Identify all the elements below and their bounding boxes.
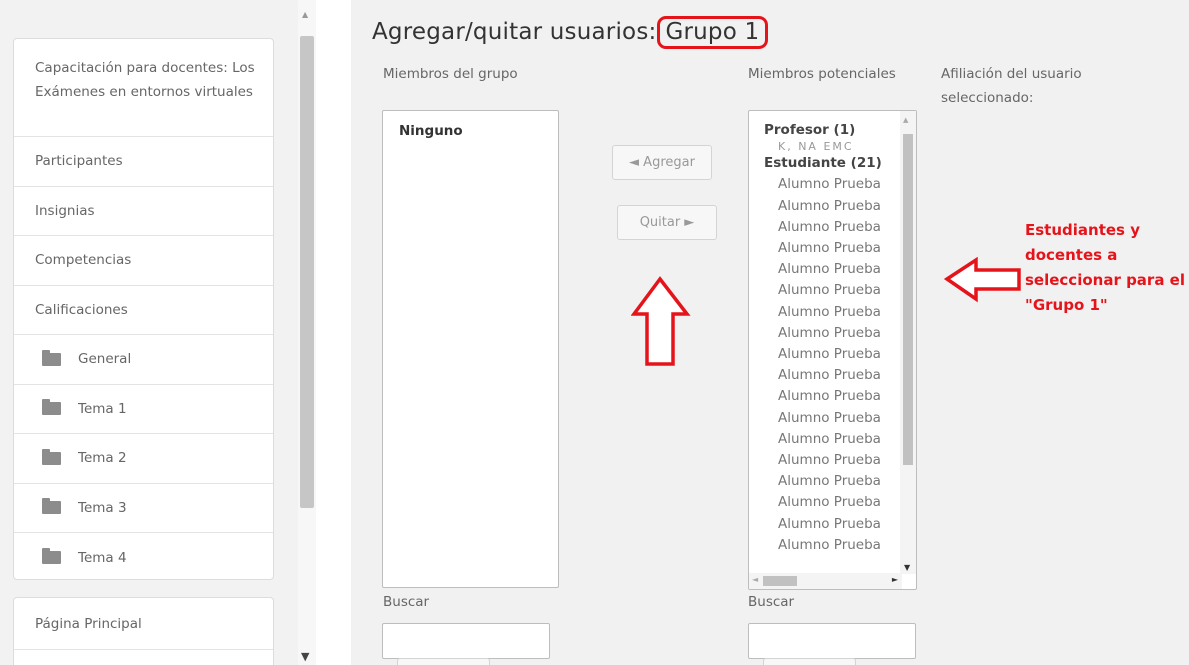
list-vertical-scrollbar[interactable]: ▲ ▼ xyxy=(900,111,916,574)
group-members-label: Miembros del grupo xyxy=(383,66,518,82)
site-navigation-card: Página Principal xyxy=(13,597,274,665)
scroll-left-arrow-icon[interactable]: ◄ xyxy=(752,575,758,584)
annotation-text: Estudiantes y docentes a seleccionar par… xyxy=(1025,221,1185,314)
nav-section-tema-1[interactable]: Tema 1 xyxy=(14,385,273,434)
student-option[interactable]: Alumno Prueba xyxy=(764,344,902,365)
page-title: Agregar/quitar usuarios: Grupo 1 xyxy=(372,16,769,49)
potential-members-list: Profesor (1) K, NA EMC Estudiante (21) A… xyxy=(764,120,902,575)
scrollbar-thumb[interactable] xyxy=(903,134,913,465)
nav-participantes[interactable]: Participantes xyxy=(14,137,273,187)
scroll-right-arrow-icon[interactable]: ► xyxy=(892,575,898,584)
student-option[interactable]: Alumno Prueba xyxy=(764,514,902,535)
course-sidebar: Capacitación para docentes: Los Exámenes… xyxy=(0,0,298,665)
potential-members-label: Miembros potenciales xyxy=(748,66,896,82)
scrollbar-thumb[interactable] xyxy=(763,576,797,586)
group-name-highlight: Grupo 1 xyxy=(657,16,769,49)
folder-icon xyxy=(42,548,61,565)
scrollbar-thumb[interactable] xyxy=(300,36,314,508)
folder-icon xyxy=(42,498,61,515)
main-content: Agregar/quitar usuarios: Grupo 1 Miembros… xyxy=(351,0,1189,665)
section-label: General xyxy=(78,351,132,368)
group-members-select[interactable]: Ninguno xyxy=(382,110,559,588)
nav-item-label: Calificaciones xyxy=(35,301,128,318)
student-option[interactable]: Alumno Prueba xyxy=(764,196,902,217)
nav-section-tema-2[interactable]: Tema 2 xyxy=(14,434,273,484)
section-label: Tema 2 xyxy=(78,450,127,467)
nav-competencias[interactable]: Competencias xyxy=(14,236,273,286)
scroll-up-arrow-icon[interactable]: ▲ xyxy=(903,116,908,124)
search-potential-input[interactable] xyxy=(748,623,916,659)
clear-search-button[interactable] xyxy=(397,658,490,665)
left-arrow-annotation-icon xyxy=(943,256,1021,303)
student-option[interactable]: Alumno Prueba xyxy=(764,450,902,471)
nav-calificaciones[interactable]: Calificaciones xyxy=(14,286,273,335)
up-arrow-annotation-icon xyxy=(631,276,691,366)
student-option[interactable]: Alumno Prueba xyxy=(764,280,902,301)
teacher-group-header: Profesor (1) xyxy=(764,122,856,138)
user-affiliation-label: Afiliación del usuario seleccionado: xyxy=(941,66,1082,106)
add-button[interactable]: ◄ Agregar xyxy=(612,145,712,180)
section-label: Tema 1 xyxy=(78,400,127,417)
nav-item-label: Insignias xyxy=(35,202,95,219)
nav-section-tema-3[interactable]: Tema 3 xyxy=(14,484,273,533)
page-scrollbar[interactable]: ▲ ▼ xyxy=(298,0,316,665)
list-horizontal-scrollbar[interactable]: ◄ ► xyxy=(749,573,902,589)
folder-icon xyxy=(42,399,61,416)
search-members-label: Buscar xyxy=(383,594,430,610)
student-option[interactable]: Alumno Prueba xyxy=(764,471,902,492)
clear-search-button[interactable] xyxy=(763,658,856,665)
nav-item-label: Competencias xyxy=(35,252,132,269)
student-option[interactable]: Alumno Prueba xyxy=(764,386,902,407)
nav-section-tema-4[interactable]: Tema 4 xyxy=(14,533,273,579)
folder-icon xyxy=(42,349,61,366)
section-label: Tema 3 xyxy=(78,499,127,516)
teacher-option[interactable]: K, NA EMC xyxy=(764,141,902,153)
remove-button[interactable]: Quitar ► xyxy=(617,205,717,240)
section-label: Tema 4 xyxy=(78,549,127,566)
scroll-down-arrow-icon[interactable]: ▼ xyxy=(904,563,910,572)
student-option[interactable]: Alumno Prueba xyxy=(764,238,902,259)
student-option[interactable]: Alumno Prueba xyxy=(764,302,902,323)
student-option[interactable]: Alumno Prueba xyxy=(764,217,902,238)
nav-pagina-principal[interactable]: Página Principal xyxy=(14,598,273,650)
nav-item-label: Página Principal xyxy=(35,615,142,632)
student-option[interactable]: Alumno Prueba xyxy=(764,174,902,195)
search-members-input[interactable] xyxy=(382,623,550,659)
course-title-link[interactable]: Capacitación para docentes: Los Exámenes… xyxy=(14,39,273,137)
nav-section-general[interactable]: General xyxy=(14,335,273,385)
page-title-prefix: Agregar/quitar usuarios: xyxy=(372,19,657,45)
nav-insignias[interactable]: Insignias xyxy=(14,187,273,236)
student-option[interactable]: Alumno Prueba xyxy=(764,365,902,386)
student-option[interactable]: Alumno Prueba xyxy=(764,408,902,429)
student-option[interactable]: Alumno Prueba xyxy=(764,535,902,556)
student-option[interactable]: Alumno Prueba xyxy=(764,323,902,344)
course-navigation-card: Capacitación para docentes: Los Exámenes… xyxy=(13,38,274,580)
folder-icon xyxy=(42,448,61,465)
potential-members-select[interactable]: Profesor (1) K, NA EMC Estudiante (21) A… xyxy=(748,110,917,590)
student-option[interactable]: Alumno Prueba xyxy=(764,492,902,513)
search-potential-label: Buscar xyxy=(748,594,795,610)
scroll-down-arrow-icon[interactable]: ▼ xyxy=(301,651,309,662)
student-group-header: Estudiante (21) xyxy=(764,155,882,172)
scroll-up-arrow-icon[interactable]: ▲ xyxy=(302,10,308,20)
student-option[interactable]: Alumno Prueba xyxy=(764,259,902,280)
nav-item-label: Participantes xyxy=(35,153,123,170)
student-option[interactable]: Alumno Prueba xyxy=(764,429,902,450)
members-empty-option: Ninguno xyxy=(399,123,463,139)
